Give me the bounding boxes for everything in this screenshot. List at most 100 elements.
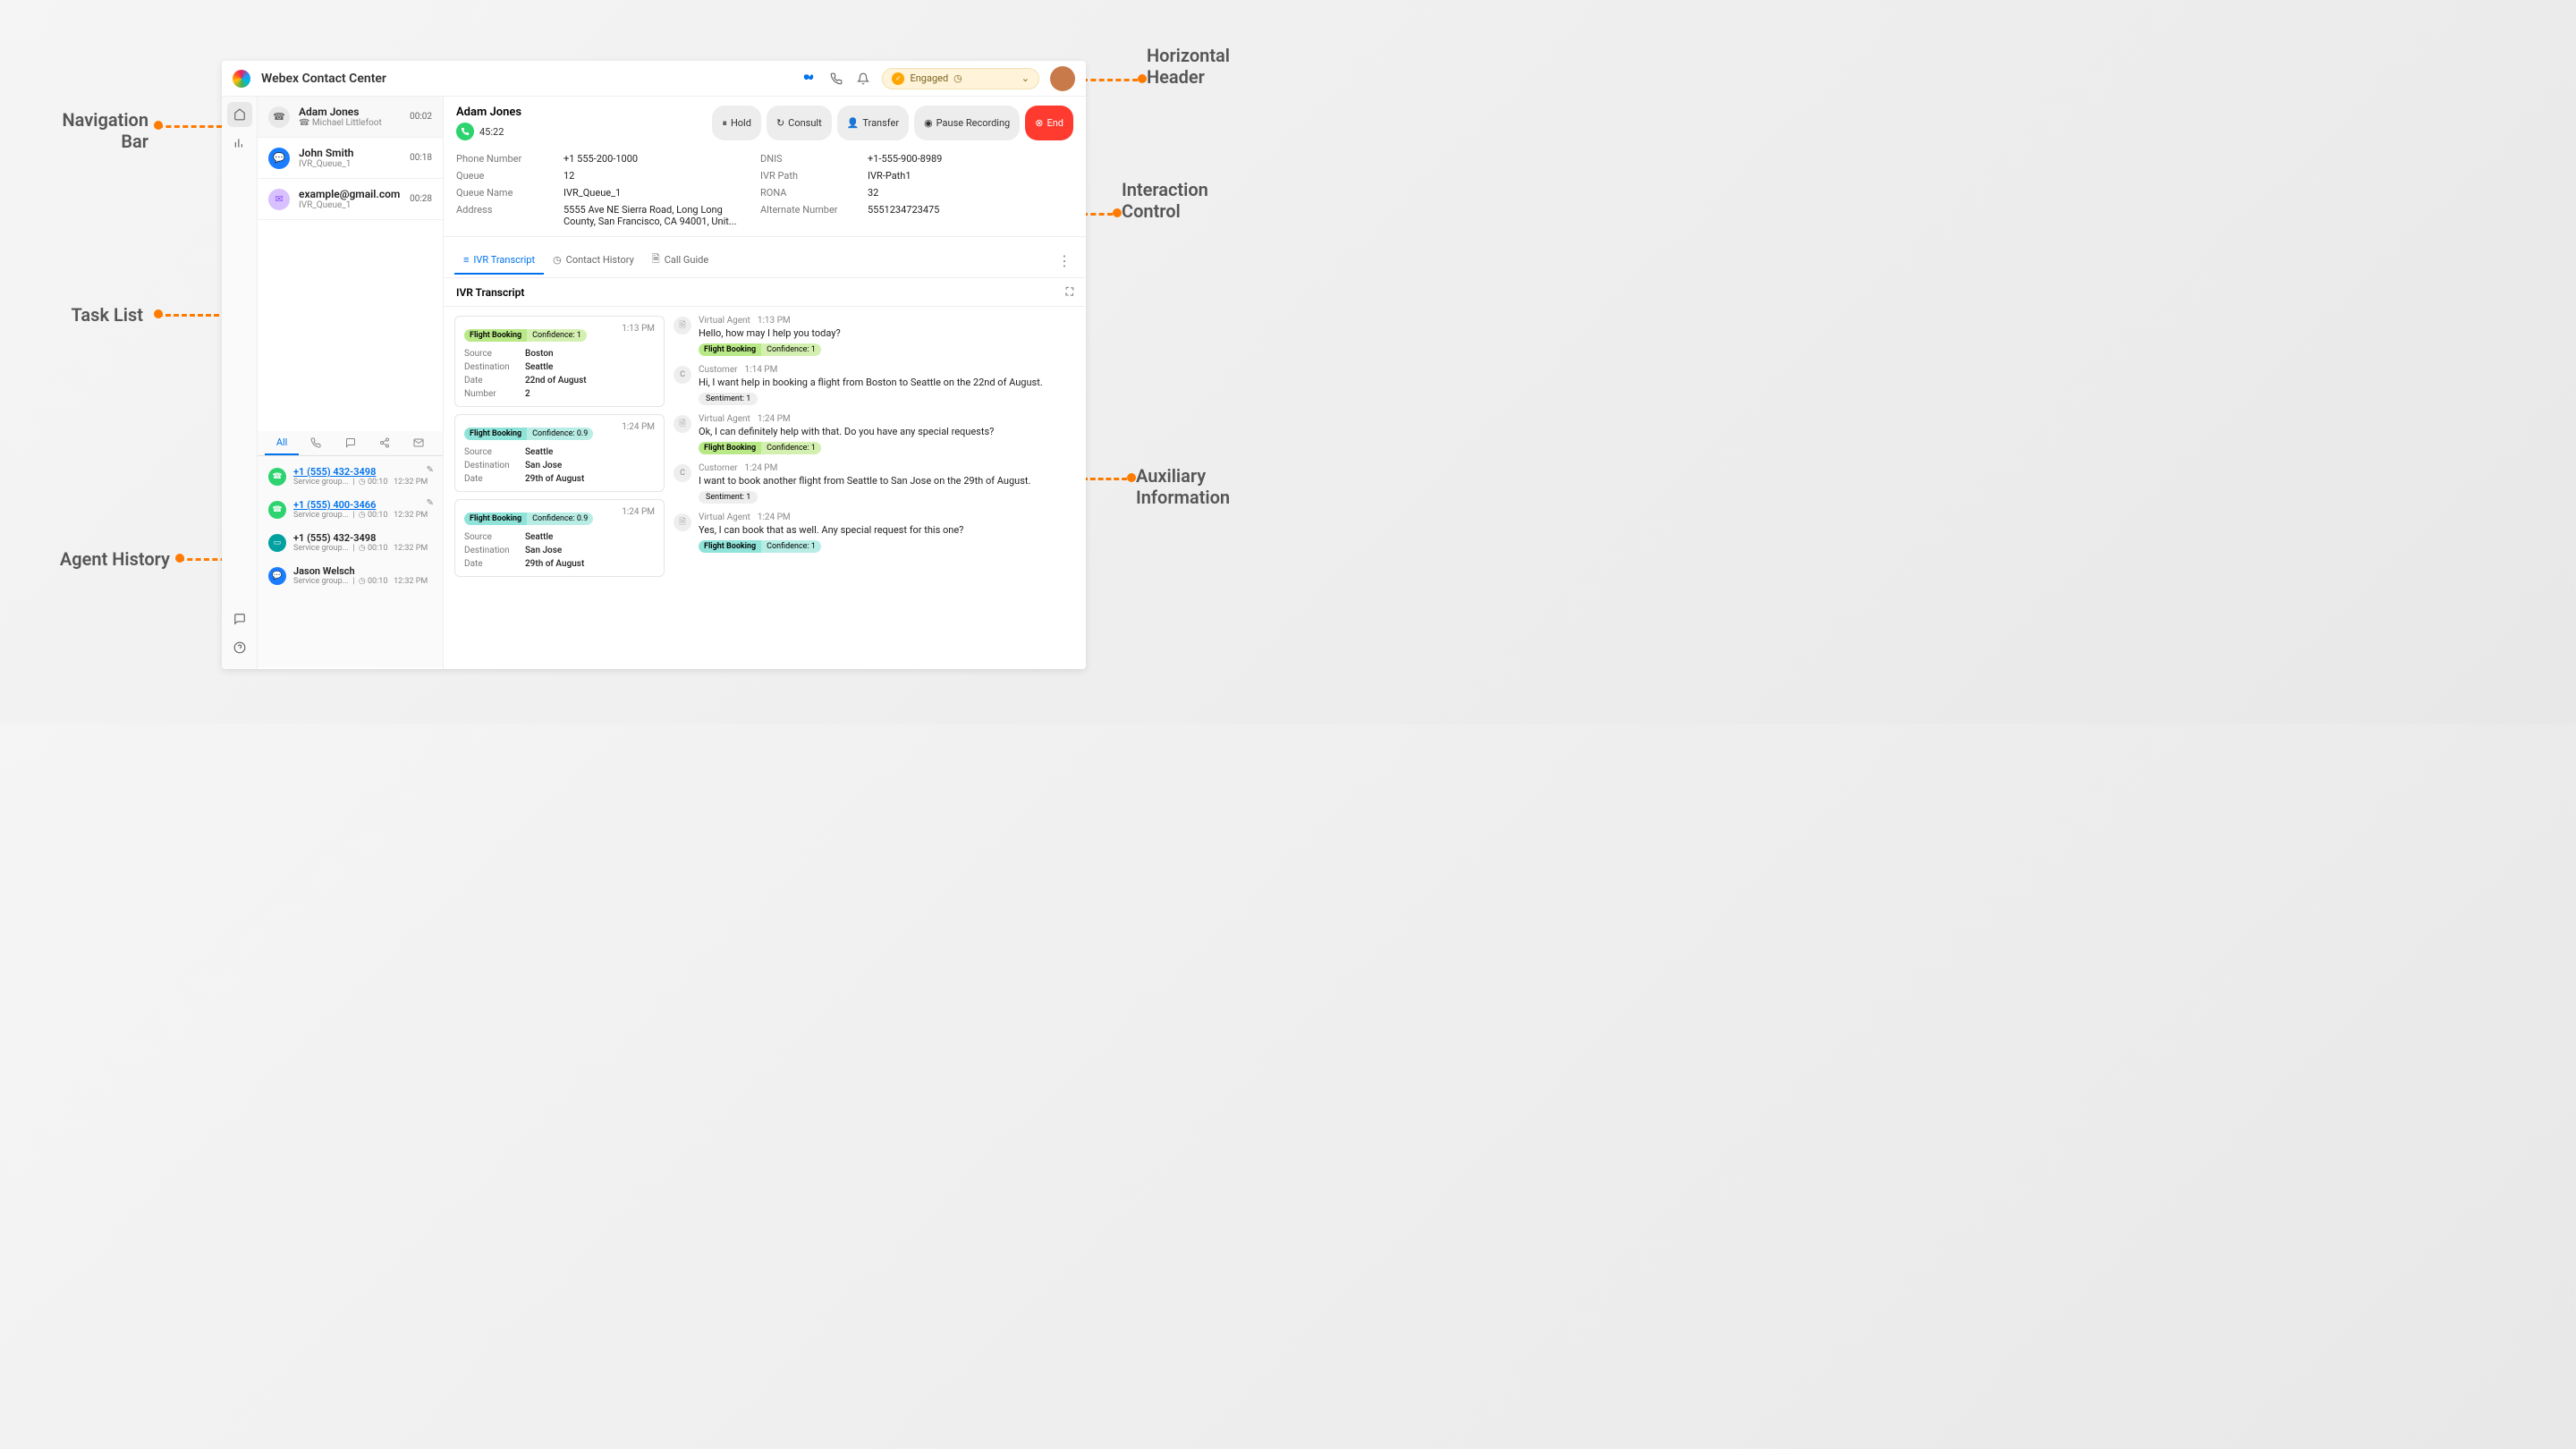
history-number: Jason Welsch: [293, 565, 432, 577]
bell-icon[interactable]: [855, 71, 871, 87]
task-timer: 00:18: [410, 153, 432, 163]
message-avatar: C: [674, 464, 691, 482]
message-text: Hello, how may I help you today?: [699, 327, 1075, 339]
status-icon: ✓: [892, 72, 904, 85]
history-item[interactable]: ▭ +1 (555) 432-3498 Service group... | ◷…: [258, 526, 443, 559]
pause-recording-button[interactable]: ◉Pause Recording: [914, 106, 1020, 140]
status-selector[interactable]: ✓ Engaged ◷ ⌄: [882, 68, 1039, 89]
tab-contact-history[interactable]: ◷Contact History: [544, 247, 643, 275]
interaction-control: Adam Jones 45:22 ⏸Hold ↻Consult 👤Transfe…: [444, 97, 1086, 237]
main-panel: Adam Jones 45:22 ⏸Hold ↻Consult 👤Transfe…: [444, 97, 1086, 669]
channel-icon: ☎: [268, 501, 286, 519]
message-sender: Customer: [699, 365, 738, 375]
aux-tabs: ≡IVR Transcript ◷Contact History 🗎Call G…: [444, 244, 1086, 278]
message-time: 1:13 PM: [758, 316, 791, 326]
transcript-card[interactable]: 1:24 PM Flight BookingConfidence: 0.9 So…: [454, 414, 665, 492]
nav-home[interactable]: [227, 102, 252, 127]
transcript-message: C Customer1:14 PM Hi, I want help in boo…: [674, 365, 1075, 405]
annotation-line: [1082, 79, 1138, 81]
history-number[interactable]: +1 (555) 432-3498: [293, 466, 432, 478]
message-text: Yes, I can book that as well. Any specia…: [699, 524, 1075, 536]
edit-icon[interactable]: ✎: [427, 465, 434, 475]
tab-call-guide[interactable]: 🗎Call Guide: [643, 244, 717, 277]
task-sub: IVR_Queue_1: [299, 200, 401, 210]
transcript-messages: 🗎 Virtual Agent1:13 PM Hello, how may I …: [674, 316, 1075, 660]
channel-icon: 💬: [268, 567, 286, 585]
interaction-actions: ⏸Hold ↻Consult 👤Transfer ◉Pause Recordin…: [712, 106, 1073, 140]
card-time: 1:24 PM: [622, 507, 655, 517]
task-item[interactable]: ☎ Adam Jones ☎ Michael Littlefoot 00:02: [258, 97, 443, 138]
message-text: I want to book another flight from Seatt…: [699, 475, 1075, 487]
refresh-icon: ↻: [776, 117, 784, 129]
message-avatar: 🗎: [674, 415, 691, 433]
task-item[interactable]: 💬 John Smith IVR_Queue_1 00:18: [258, 138, 443, 179]
history-tab-email[interactable]: [402, 431, 436, 455]
history-tab-social[interactable]: [368, 431, 402, 455]
chevron-down-icon: ⌄: [1021, 72, 1030, 84]
hold-button[interactable]: ⏸Hold: [712, 106, 761, 140]
history-item[interactable]: 💬 Jason Welsch Service group... | ◷ 00:1…: [258, 559, 443, 592]
task-sub: ☎ Michael Littlefoot: [299, 118, 401, 128]
card-time: 1:13 PM: [622, 324, 655, 334]
transcript-message: 🗎 Virtual Agent1:24 PM Ok, I can definit…: [674, 414, 1075, 454]
history-list: ☎ +1 (555) 432-3498 Service group... | ◷…: [258, 456, 443, 596]
logo-icon: [233, 70, 250, 88]
message-avatar: 🗎: [674, 513, 691, 531]
channel-icon: ▭: [268, 534, 286, 552]
transfer-button[interactable]: 👤Transfer: [837, 106, 909, 140]
interaction-details: Phone Number+1 555-200-1000 DNIS+1-555-9…: [456, 153, 1073, 227]
transcript-card[interactable]: 1:24 PM Flight BookingConfidence: 0.9 So…: [454, 499, 665, 577]
nav-help[interactable]: [227, 635, 252, 660]
history-tab-all[interactable]: All: [265, 431, 299, 455]
message-text: Ok, I can definitely help with that. Do …: [699, 426, 1075, 437]
intent-badge: Flight BookingConfidence: 1: [699, 540, 821, 553]
pause-icon: ⏸: [722, 117, 727, 130]
history-number: +1 (555) 432-3498: [293, 532, 432, 544]
message-sender: Customer: [699, 463, 738, 473]
header-right: ✓ Engaged ◷ ⌄: [800, 66, 1075, 91]
edit-icon[interactable]: ✎: [427, 498, 434, 508]
annotation-line: [157, 125, 222, 128]
channel-icon: ☎: [268, 468, 286, 486]
card-time: 1:24 PM: [622, 422, 655, 432]
history-item[interactable]: ☎ +1 (555) 432-3498 Service group... | ◷…: [258, 460, 443, 493]
webex-icon[interactable]: [800, 70, 818, 88]
annotation-int: Interaction Control: [1122, 179, 1208, 222]
transcript-card[interactable]: 1:13 PM Flight BookingConfidence: 1 Sour…: [454, 316, 665, 407]
annotation-dot: [154, 309, 163, 318]
annotation-aux: Auxiliary Information: [1136, 465, 1230, 508]
expand-icon[interactable]: ⛶: [1066, 285, 1073, 299]
nav-rail: [222, 97, 258, 669]
nav-analytics[interactable]: [227, 131, 252, 156]
history-sub: Service group... | ◷ 00:10 12:32 PM: [293, 577, 432, 586]
history-tab-chat[interactable]: [333, 431, 367, 455]
consult-button[interactable]: ↻Consult: [767, 106, 832, 140]
user-icon: 👤: [847, 117, 860, 129]
annotation-nav: Navigation Bar: [41, 109, 148, 152]
user-avatar[interactable]: [1050, 66, 1075, 91]
history-tab-phone[interactable]: [299, 431, 333, 455]
task-item[interactable]: ✉ example@gmail.com IVR_Queue_1 00:28: [258, 179, 443, 220]
annotation-dot: [1113, 208, 1122, 217]
clock-icon: ◷: [953, 72, 962, 84]
task-name: John Smith: [299, 147, 401, 159]
annotation-dot: [1127, 473, 1136, 482]
history-item[interactable]: ☎ +1 (555) 400-3466 Service group... | ◷…: [258, 493, 443, 526]
tab-more-icon[interactable]: ⋮: [1054, 249, 1075, 273]
annotation-line: [1082, 478, 1127, 480]
transcript-summary-list: 1:13 PM Flight BookingConfidence: 1 Sour…: [454, 316, 665, 660]
history-number[interactable]: +1 (555) 400-3466: [293, 499, 432, 511]
app-title: Webex Contact Center: [261, 72, 386, 86]
document-icon: 🗎: [652, 251, 660, 268]
task-sub: IVR_Queue_1: [299, 159, 401, 169]
nav-chat[interactable]: [227, 606, 252, 631]
message-time: 1:24 PM: [758, 513, 791, 522]
phone-icon[interactable]: [828, 71, 844, 87]
record-icon: ◉: [924, 117, 933, 129]
tab-ivr-transcript[interactable]: ≡IVR Transcript: [454, 247, 544, 275]
intent-badge: Flight BookingConfidence: 0.9: [464, 428, 593, 440]
task-timer: 00:28: [410, 194, 432, 204]
history-sub: Service group... | ◷ 00:10 12:32 PM: [293, 511, 432, 520]
end-button[interactable]: ⊗End: [1025, 106, 1073, 140]
list-icon: ≡: [463, 254, 469, 266]
